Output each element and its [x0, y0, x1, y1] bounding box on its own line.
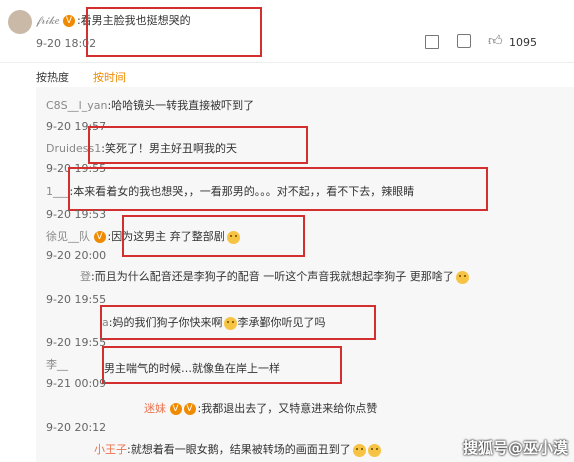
- reply-timestamp: 9-20 19:55: [46, 293, 107, 306]
- highlight-box: [86, 7, 262, 57]
- reply-user[interactable]: 小王子: [94, 443, 127, 456]
- highlight-box: [100, 305, 376, 340]
- watermark: 搜狐号@巫小漠: [462, 439, 568, 457]
- highlight-box: [88, 126, 308, 164]
- list-item: 登:而且为什么配音还是李狗子的配音 一听这个声音我就想起李狗子 更那啥了: [80, 268, 469, 284]
- reply-timestamp: 9-21 00:09: [46, 377, 107, 390]
- reply-text: 我都退出去了，又特意进来给你点赞: [201, 402, 378, 415]
- avatar[interactable]: [8, 10, 32, 34]
- tab-sort-hot[interactable]: 按热度: [36, 69, 69, 85]
- crying-emoji-icon: [367, 443, 381, 457]
- reply-user[interactable]: 1___: [46, 185, 70, 198]
- tab-sort-time[interactable]: 按时间: [93, 69, 126, 85]
- reply-text: 哈哈镜头一转我直接被吓到了: [111, 99, 255, 112]
- highlight-box: [122, 215, 305, 257]
- share-icon[interactable]: [425, 35, 439, 49]
- vip-badge-icon: V: [62, 15, 75, 27]
- main-comment-timestamp: 9-20 18:02: [36, 37, 97, 50]
- reply-timestamp: 9-20 20:00: [46, 249, 107, 262]
- like-icon[interactable]: 👍︎: [488, 32, 503, 49]
- emoji-icon: [455, 270, 469, 284]
- reply-user[interactable]: 徐见__队: [46, 230, 90, 243]
- reply-user[interactable]: C8S__l_yan: [46, 99, 107, 112]
- highlight-box: [102, 346, 342, 384]
- crying-emoji-icon: [352, 443, 366, 457]
- reply-timestamp: 9-20 20:12: [46, 421, 107, 434]
- reply-user[interactable]: 迷妹: [144, 402, 166, 415]
- vip-badge-icon: V: [169, 403, 182, 415]
- vip-badge-icon: V: [93, 231, 106, 243]
- reply-text: 而且为什么配音还是李狗子的配音 一听这个声音我就想起李狗子 更那啥了: [94, 270, 454, 283]
- list-item: C8S__l_yan:哈哈镜头一转我直接被吓到了: [46, 99, 255, 112]
- reply-timestamp: 9-20 19:53: [46, 208, 107, 221]
- like-count: 1095: [509, 36, 537, 49]
- comment-icon[interactable]: [457, 34, 471, 48]
- reply-user[interactable]: 李__: [46, 356, 104, 372]
- reply-text: 就想着看一眼女鹅，结果被转场的画面丑到了: [130, 443, 351, 456]
- reply-timestamp: 9-20 19:55: [46, 336, 107, 349]
- reply-user[interactable]: 登: [80, 270, 91, 283]
- list-item: 小王子:就想着看一眼女鹅，结果被转场的画面丑到了: [94, 441, 381, 457]
- main-comment-user[interactable]: 𝒻𝓇𝒾𝓀𝑒: [36, 14, 59, 27]
- divider: [0, 62, 574, 63]
- list-item: 迷妹 V V:我都退出去了，又特意进来给你点赞: [144, 402, 378, 415]
- highlight-box: [68, 167, 488, 211]
- vip-badge-icon: V: [183, 403, 196, 415]
